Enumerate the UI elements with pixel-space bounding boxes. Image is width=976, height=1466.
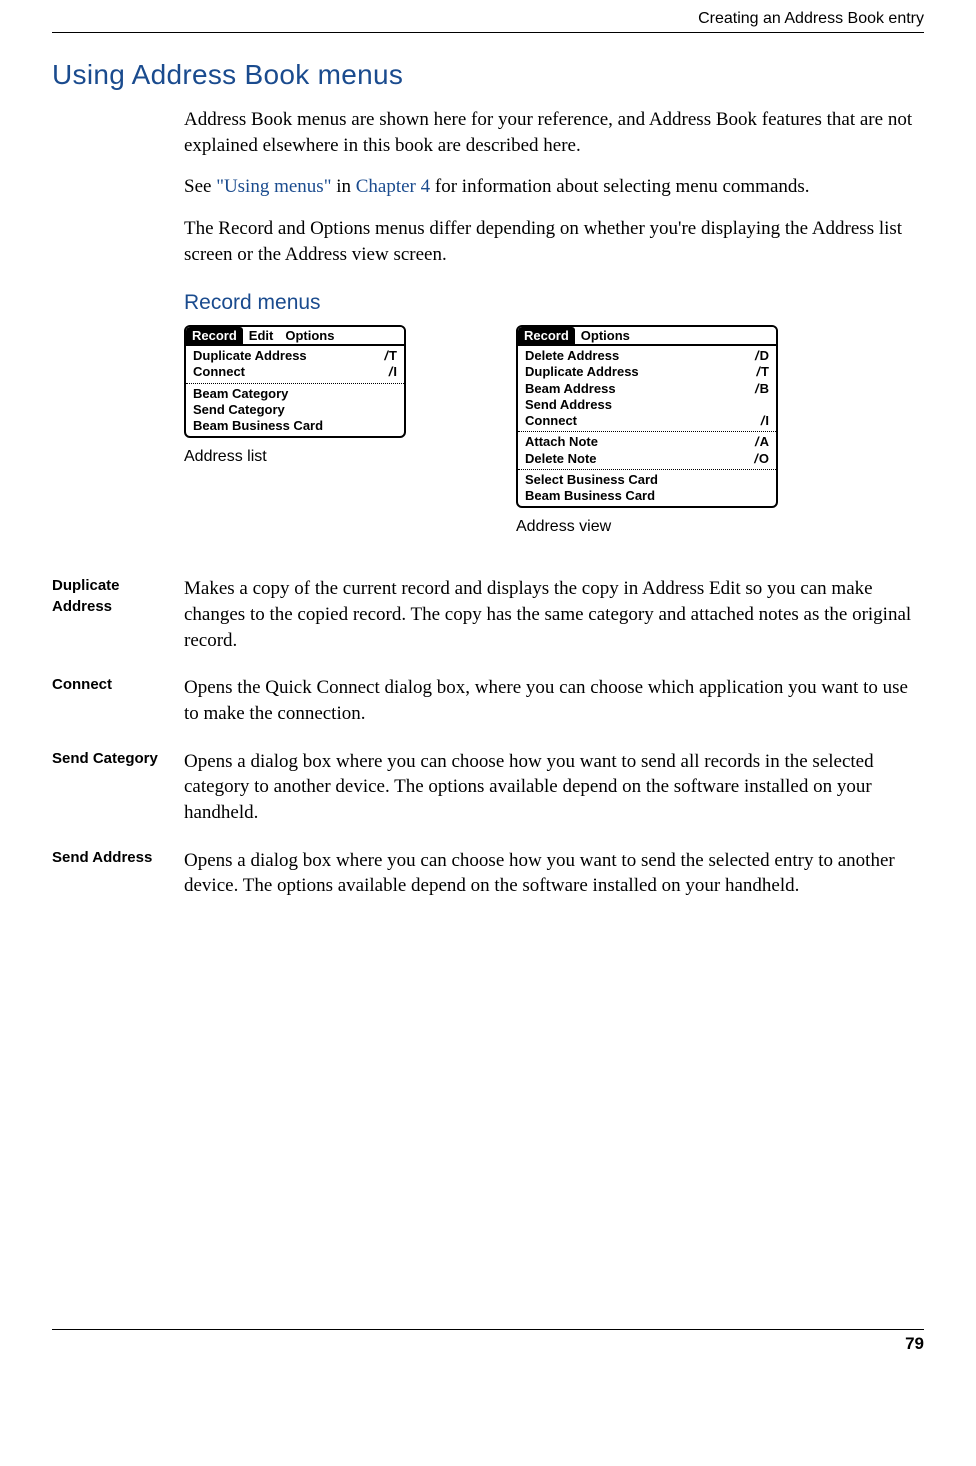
menu-item[interactable]: Delete Note/O [518, 451, 776, 467]
intro-p3: The Record and Options menus differ depe… [184, 216, 924, 267]
menu-item-label: Connect [525, 413, 577, 429]
page-header: Creating an Address Book entry [52, 10, 924, 33]
menu-shortcut: /B [745, 381, 769, 397]
definition-description: Opens the Quick Connect dialog box, wher… [184, 675, 924, 726]
menu-shortcut: /T [374, 348, 397, 364]
caption-address-list: Address list [184, 448, 267, 466]
palm-menu-view: Record Options Delete Address/DDuplicate… [516, 325, 778, 508]
menu-shortcut: /O [744, 451, 769, 467]
definition-row: Send AddressOpens a dialog box where you… [52, 848, 924, 899]
menubar-tab-options[interactable]: Options [279, 327, 340, 344]
menu-item-label: Send Address [525, 397, 612, 413]
menu-shortcut: /T [746, 364, 769, 380]
menu-item[interactable]: Beam Category [186, 386, 404, 402]
menu-item-label: Connect [193, 364, 245, 380]
definition-term: Duplicate Address [52, 576, 184, 653]
address-view-menu-block: Record Options Delete Address/DDuplicate… [516, 325, 778, 536]
definitions-list: Duplicate AddressMakes a copy of the cur… [52, 576, 924, 898]
menu-item[interactable]: Attach Note/A [518, 434, 776, 450]
menu-item-label: Beam Business Card [193, 418, 323, 434]
link-using-menus[interactable]: "Using menus" [216, 176, 331, 197]
section-title: Creating an Address Book entry [698, 10, 924, 28]
menu-item-label: Duplicate Address [525, 364, 639, 380]
menu-item-label: Beam Address [525, 381, 616, 397]
definition-row: ConnectOpens the Quick Connect dialog bo… [52, 675, 924, 726]
definition-term: Send Category [52, 749, 184, 826]
menu-item[interactable]: Send Category [186, 402, 404, 418]
menubar-tab-record[interactable]: Record [186, 327, 243, 344]
definition-row: Duplicate AddressMakes a copy of the cur… [52, 576, 924, 653]
definition-term: Connect [52, 675, 184, 726]
menu-item-label: Select Business Card [525, 472, 658, 488]
menu-item-label: Duplicate Address [193, 348, 307, 364]
intro-p2: See "Using menus" in Chapter 4 for infor… [184, 174, 924, 200]
menu-item[interactable]: Beam Business Card [186, 418, 404, 434]
menu-item[interactable]: Delete Address/D [518, 348, 776, 364]
menu-shortcut: /D [745, 348, 769, 364]
menu-item[interactable]: Beam Business Card [518, 488, 776, 504]
menu-item[interactable]: Send Address [518, 397, 776, 413]
menu-shortcut: /I [379, 364, 397, 380]
menu-item[interactable]: Beam Address/B [518, 381, 776, 397]
menubar-list: Record Edit Options [186, 327, 404, 346]
menu-item[interactable]: Select Business Card [518, 472, 776, 488]
link-chapter-4[interactable]: Chapter 4 [356, 176, 430, 197]
menu-item-label: Attach Note [525, 434, 598, 450]
intro-block: Address Book menus are shown here for yo… [184, 107, 924, 536]
menu-item-label: Delete Address [525, 348, 619, 364]
menu-item-label: Beam Business Card [525, 488, 655, 504]
menu-screenshots: Record Edit Options Duplicate Address/TC… [184, 325, 924, 536]
definition-description: Makes a copy of the current record and d… [184, 576, 924, 653]
menu-item-label: Beam Category [193, 386, 288, 402]
menu-group: Select Business CardBeam Business Card [518, 469, 776, 507]
definition-row: Send CategoryOpens a dialog box where yo… [52, 749, 924, 826]
menubar-tab-record[interactable]: Record [518, 327, 575, 344]
menubar-tab-edit[interactable]: Edit [243, 327, 280, 344]
menubar-view: Record Options [518, 327, 776, 346]
heading-1: Using Address Book menus [52, 59, 924, 91]
menubar-tab-options[interactable]: Options [575, 327, 636, 344]
menu-item[interactable]: Duplicate Address/T [518, 364, 776, 380]
page-number: 79 [905, 1334, 924, 1354]
definition-term: Send Address [52, 848, 184, 899]
menu-item-label: Delete Note [525, 451, 597, 467]
definition-description: Opens a dialog box where you can choose … [184, 848, 924, 899]
page-footer: 79 [52, 1329, 924, 1354]
menu-group: Duplicate Address/TConnect/I [186, 346, 404, 383]
menu-group: Delete Address/DDuplicate Address/TBeam … [518, 346, 776, 431]
menu-item[interactable]: Duplicate Address/T [186, 348, 404, 364]
menu-shortcut: /I [751, 413, 769, 429]
heading-2: Record menus [184, 291, 924, 315]
intro-p1: Address Book menus are shown here for yo… [184, 107, 924, 158]
menu-item-label: Send Category [193, 402, 285, 418]
palm-menu-list: Record Edit Options Duplicate Address/TC… [184, 325, 406, 438]
menu-item[interactable]: Connect/I [518, 413, 776, 429]
definition-description: Opens a dialog box where you can choose … [184, 749, 924, 826]
menu-shortcut: /A [745, 434, 769, 450]
menu-item[interactable]: Connect/I [186, 364, 404, 380]
address-list-menu-block: Record Edit Options Duplicate Address/TC… [184, 325, 406, 536]
menu-group: Attach Note/ADelete Note/O [518, 431, 776, 469]
caption-address-view: Address view [516, 518, 611, 536]
menu-group: Beam CategorySend CategoryBeam Business … [186, 383, 404, 437]
